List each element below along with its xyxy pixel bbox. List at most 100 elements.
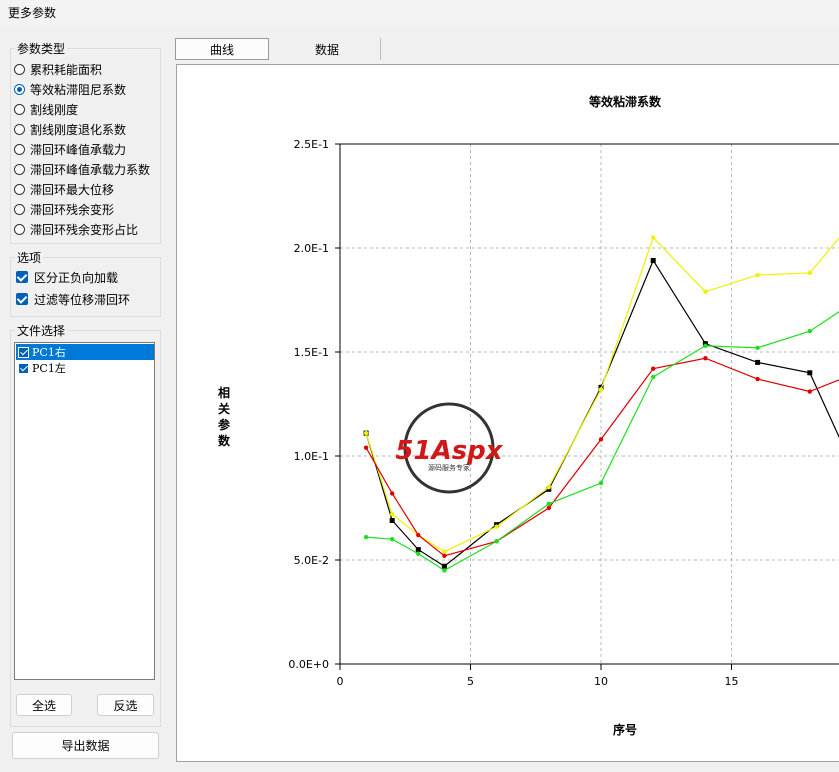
data-point (807, 389, 812, 394)
data-point (494, 539, 499, 544)
data-point (703, 289, 708, 294)
data-point (442, 553, 447, 559)
y-tick-label: 2.5E-1 (294, 138, 329, 151)
param-type-label: 滞回环最大位移 (30, 182, 115, 197)
file-item-label: PC1左 (32, 362, 66, 375)
file-item-pc1-left[interactable]: PC1左 (16, 360, 154, 376)
data-point (651, 366, 656, 371)
data-point (494, 524, 499, 529)
checkbox-checked-icon[interactable] (18, 346, 29, 358)
radio-unselected-icon (14, 63, 25, 75)
radio-unselected-icon (14, 123, 25, 135)
checkbox-checked-icon[interactable] (18, 362, 29, 374)
data-point (363, 445, 369, 450)
param-type-label: 滞回环残余变形占比 (30, 222, 139, 237)
param-type-radio-5[interactable]: 滞回环峰值承载力系数 (14, 160, 150, 178)
chart-panel: 0.0E+0 5.0E-2 1.0E-1 1.5E-1 2.0E-1 2.5E-1 0 5 10… (176, 64, 839, 762)
watermark-logo: 51Aspx源码服务专家 (395, 402, 504, 494)
file-item-pc1-right[interactable]: PC1右 (16, 344, 154, 360)
radio-unselected-icon (14, 183, 25, 195)
param-type-label: 割线刚度退化系数 (30, 122, 127, 137)
radio-selected-icon (14, 83, 25, 95)
window-title: 更多参数 (8, 6, 57, 20)
data-point (598, 437, 604, 442)
option-filter-checkbox[interactable]: 过滤等位移滞回环 (16, 290, 130, 308)
data-point (807, 370, 813, 376)
y-axis-label: 相关参数 (218, 385, 231, 448)
y-tick-label: 0.0E+0 (288, 658, 329, 671)
param-type-label: 割线刚度 (30, 102, 79, 117)
param-type-radio-3[interactable]: 割线刚度退化系数 (14, 120, 126, 138)
data-point (703, 343, 708, 348)
data-point (390, 537, 395, 542)
checkbox-checked-icon (16, 293, 28, 305)
file-item-label: PC1右 (32, 346, 66, 359)
param-type-radio-8[interactable]: 滞回环残余变形占比 (14, 220, 138, 238)
x-axis-label: 序号 (613, 722, 637, 737)
data-point (703, 356, 708, 361)
data-point (755, 345, 760, 351)
chart-svg: 0.0E+0 5.0E-2 1.0E-1 1.5E-1 2.0E-1 2.5E-1 0 5 10… (218, 94, 839, 737)
radio-unselected-icon (14, 203, 25, 215)
param-type-radio-2[interactable]: 割线刚度 (14, 100, 78, 118)
data-point (807, 270, 812, 276)
data-point (416, 532, 421, 538)
param-type-label: 等效粘滞阻尼系数 (30, 82, 127, 97)
data-point (390, 491, 395, 496)
data-point (415, 547, 421, 553)
param-type-label: 滞回环峰值承载力 (30, 142, 127, 157)
data-point (755, 272, 760, 278)
tab-data[interactable]: 数据 (274, 38, 381, 60)
param-type-radio-1[interactable]: 等效粘滞阻尼系数 (14, 80, 126, 98)
data-point (363, 430, 369, 436)
option-filter-label: 过滤等位移滞回环 (34, 292, 131, 307)
x-tick-label: 5 (467, 675, 474, 688)
param-type-label: 累积耗能面积 (30, 62, 103, 77)
radio-unselected-icon (14, 143, 25, 155)
data-point (389, 517, 395, 523)
radio-unselected-icon (14, 103, 25, 115)
data-point (441, 563, 447, 569)
data-point (650, 257, 656, 263)
invert-select-button[interactable]: 反选 (97, 694, 154, 716)
data-point (651, 235, 656, 240)
watermark-text: 51Aspx (395, 436, 503, 466)
file-listbox[interactable]: PC1右 PC1左 (14, 342, 155, 680)
radio-unselected-icon (14, 223, 25, 235)
param-type-radio-7[interactable]: 滞回环残余变形 (14, 200, 114, 218)
param-type-label: 滞回环峰值承载力系数 (30, 162, 151, 177)
data-point (416, 551, 421, 556)
param-type-legend: 参数类型 (17, 42, 66, 56)
checkbox-checked-icon (16, 271, 28, 283)
param-type-radio-6[interactable]: 滞回环最大位移 (14, 180, 114, 198)
tab-curve[interactable]: 曲线 (175, 38, 269, 60)
data-point (546, 505, 551, 511)
data-point (546, 485, 551, 490)
select-all-button[interactable]: 全选 (16, 694, 72, 716)
y-tick-label: 5.0E-2 (294, 554, 329, 567)
data-point (390, 512, 395, 517)
param-type-label: 滞回环残余变形 (30, 202, 115, 217)
data-point (442, 568, 447, 573)
export-data-button[interactable]: 导出数据 (12, 732, 159, 759)
param-type-radio-0[interactable]: 累积耗能面积 (14, 60, 102, 78)
options-legend: 选项 (17, 251, 42, 265)
data-point (755, 359, 761, 365)
data-point (807, 329, 812, 334)
x-tick-label: 10 (594, 675, 608, 688)
radio-unselected-icon (14, 163, 25, 175)
y-tick-label: 1.0E-1 (294, 450, 329, 463)
option-direction-checkbox[interactable]: 区分正负向加载 (16, 268, 118, 286)
x-tick-label: 15 (725, 675, 739, 688)
data-point (755, 376, 760, 382)
chart-title: 等效粘滞系数 (588, 94, 662, 109)
option-direction-label: 区分正负向加载 (34, 270, 119, 285)
data-point (598, 387, 604, 392)
x-tick-label: 0 (337, 675, 344, 688)
data-point (363, 534, 369, 540)
y-tick-label: 1.5E-1 (294, 346, 329, 359)
file-select-legend: 文件选择 (17, 324, 66, 338)
window-titlebar: 更多参数 (0, 0, 839, 26)
data-point (598, 480, 604, 486)
param-type-radio-4[interactable]: 滞回环峰值承载力 (14, 140, 126, 158)
